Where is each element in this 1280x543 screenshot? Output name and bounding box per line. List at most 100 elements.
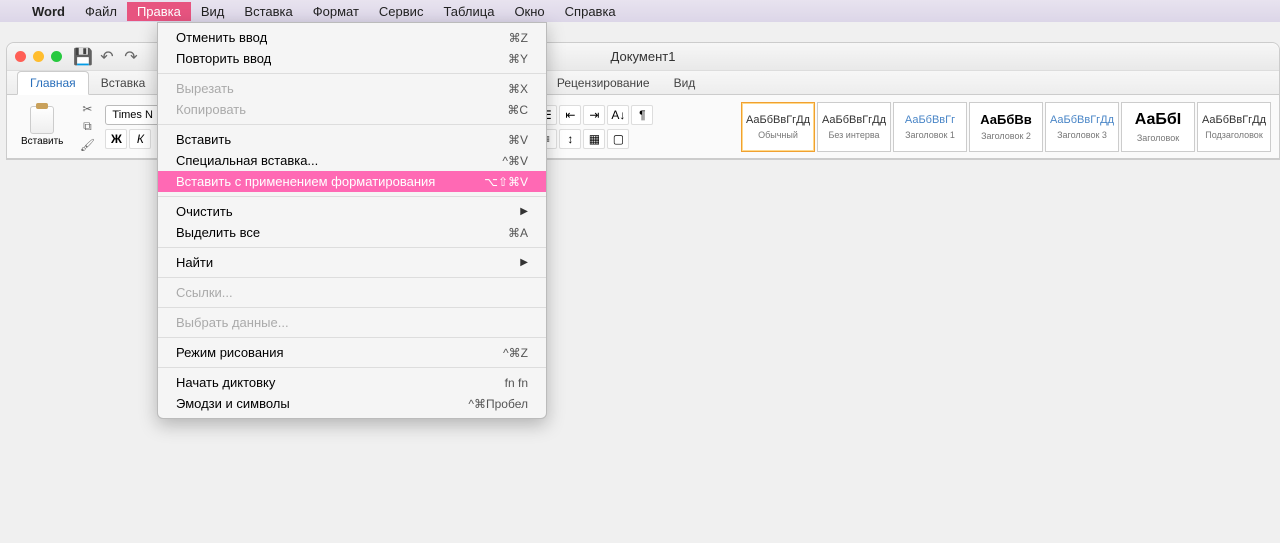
bold-button[interactable]: Ж — [105, 129, 127, 149]
style-gallery-item[interactable]: АаБбВв Заголовок 2 — [969, 102, 1043, 152]
style-preview: АаБбI — [1135, 111, 1181, 129]
menu-item-shortcut: ⌥⇧⌘V — [484, 175, 528, 189]
style-label: Без интерва — [828, 130, 879, 140]
menu-separator — [158, 73, 546, 74]
menu-item[interactable]: Режим рисования ^⌘Z — [158, 342, 546, 363]
styles-gallery: АаБбВвГгДдОбычныйАаБбВвГгДдБез интерваАа… — [741, 102, 1271, 152]
tab-insert[interactable]: Вставка — [89, 72, 158, 94]
line-spacing-icon[interactable]: ↕ — [559, 129, 581, 149]
menu-separator — [158, 247, 546, 248]
menu-item-label: Ссылки... — [176, 285, 233, 300]
menu-item[interactable]: Отменить ввод⌘Z — [158, 27, 546, 48]
copy-icon[interactable]: ⧉ — [79, 120, 95, 134]
style-gallery-item[interactable]: АаБбВвГг Заголовок 1 — [893, 102, 967, 152]
menubar-item-edit[interactable]: Правка — [127, 2, 191, 21]
menu-item-shortcut: fn fn — [505, 376, 528, 390]
style-preview: АаБбВвГгДд — [1202, 114, 1266, 126]
style-preview: АаБбВвГгДд — [822, 114, 886, 126]
menubar-item-window[interactable]: Окно — [504, 2, 554, 21]
style-preview: АаБбВвГг — [905, 114, 955, 126]
menu-item: Вырезать⌘X — [158, 78, 546, 99]
menu-item: Выбрать данные... — [158, 312, 546, 333]
style-preview: АаБбВвГгДд — [1050, 114, 1114, 126]
menu-item-label: Начать диктовку — [176, 375, 275, 390]
menu-item-shortcut: ^⌘Пробел — [468, 397, 528, 411]
menu-separator — [158, 277, 546, 278]
zoom-icon[interactable] — [51, 51, 62, 62]
menu-item-label: Отменить ввод — [176, 30, 267, 45]
menu-item[interactable]: Очистить▶ — [158, 201, 546, 222]
sort-icon[interactable]: A↓ — [607, 105, 629, 125]
outdent-icon[interactable]: ⇤ — [559, 105, 581, 125]
menubar-item-file[interactable]: Файл — [75, 2, 127, 21]
menubar-item-tools[interactable]: Сервис — [369, 2, 434, 21]
tab-review[interactable]: Рецензирование — [545, 72, 662, 94]
style-preview: АаБбВв — [980, 112, 1032, 127]
style-gallery-item[interactable]: АаБбВвГгДд Без интерва — [817, 102, 891, 152]
menubar-item-format[interactable]: Формат — [303, 2, 369, 21]
menu-item-label: Эмодзи и символы — [176, 396, 290, 411]
menu-item-label: Вставить с применением форматирования — [176, 174, 435, 189]
menu-item[interactable]: Эмодзи и символы ^⌘Пробел — [158, 393, 546, 414]
tab-view[interactable]: Вид — [662, 72, 708, 94]
style-label: Заголовок 3 — [1057, 130, 1107, 140]
menubar-item-view[interactable]: Вид — [191, 2, 235, 21]
undo-icon[interactable]: ↶ — [98, 48, 116, 66]
menu-item[interactable]: Вставить с применением форматирования ⌥⇧⌘… — [158, 171, 546, 192]
style-gallery-item[interactable]: АаБбВвГгДд Заголовок 3 — [1045, 102, 1119, 152]
style-label: Заголовок 1 — [905, 130, 955, 140]
menubar-item-table[interactable]: Таблица — [433, 2, 504, 21]
shading-icon[interactable]: ▦ — [583, 129, 605, 149]
style-label: Заголовок — [1137, 133, 1179, 143]
menu-item[interactable]: Выделить все ⌘A — [158, 222, 546, 243]
format-painter-icon[interactable]: 🖌 — [79, 138, 95, 152]
edit-menu-dropdown: Отменить ввод⌘ZПовторить ввод⌘Y Вырезать⌘… — [157, 22, 547, 419]
menu-item-label: Выбрать данные... — [176, 315, 289, 330]
menu-item-label: Выделить все — [176, 225, 260, 240]
italic-button[interactable]: К — [129, 129, 151, 149]
menu-item-shortcut: ^⌘V — [502, 154, 528, 168]
menu-separator — [158, 337, 546, 338]
paragraph-icon[interactable]: ¶ — [631, 105, 653, 125]
menu-item-shortcut: ⌘C — [507, 103, 528, 117]
menu-item[interactable]: Вставить⌘V — [158, 129, 546, 150]
style-gallery-item[interactable]: АаБбВвГгДдОбычный — [741, 102, 815, 152]
menu-item-label: Найти — [176, 255, 213, 270]
menubar-app-name[interactable]: Word — [22, 2, 75, 21]
save-icon[interactable]: 💾 — [74, 48, 92, 66]
style-label: Заголовок 2 — [981, 131, 1031, 141]
redo-icon[interactable]: ↷ — [122, 48, 140, 66]
style-label: Подзаголовок — [1205, 130, 1263, 140]
cut-icon[interactable]: ✂ — [79, 102, 95, 116]
style-gallery-item[interactable]: АаБбВвГгДд Подзаголовок — [1197, 102, 1271, 152]
menu-item: Ссылки... — [158, 282, 546, 303]
macos-menubar: Word Файл Правка Вид Вставка Формат Серв… — [0, 0, 1280, 22]
tab-home[interactable]: Главная — [17, 71, 89, 95]
menu-item-shortcut: ^⌘Z — [503, 346, 528, 360]
minimize-icon[interactable] — [33, 51, 44, 62]
menu-item-label: Режим рисования — [176, 345, 284, 360]
close-icon[interactable] — [15, 51, 26, 62]
submenu-arrow-icon: ▶ — [520, 257, 528, 268]
document-title: Документ1 — [611, 49, 676, 64]
menu-item-label: Специальная вставка... — [176, 153, 318, 168]
menubar-item-insert[interactable]: Вставка — [234, 2, 302, 21]
paste-button[interactable]: Вставить — [15, 104, 69, 149]
menu-separator — [158, 367, 546, 368]
paste-label: Вставить — [21, 136, 63, 147]
menu-item: Копировать⌘C — [158, 99, 546, 120]
menu-item-shortcut: ⌘A — [508, 226, 528, 240]
menu-item[interactable]: Начать диктовку fn fn — [158, 372, 546, 393]
menu-item[interactable]: Найти ▶ — [158, 252, 546, 273]
menu-item[interactable]: Специальная вставка... ^⌘V — [158, 150, 546, 171]
clipboard-icon — [30, 106, 54, 134]
traffic-lights — [15, 51, 62, 62]
borders-icon[interactable]: ▢ — [607, 129, 629, 149]
clipboard-small-buttons: ✂ ⧉ 🖌 — [75, 102, 99, 152]
style-gallery-item[interactable]: АаБбI Заголовок — [1121, 102, 1195, 152]
quick-access-toolbar: 💾 ↶ ↷ — [74, 48, 140, 66]
menubar-item-help[interactable]: Справка — [555, 2, 626, 21]
indent-icon[interactable]: ⇥ — [583, 105, 605, 125]
menu-separator — [158, 124, 546, 125]
menu-item[interactable]: Повторить ввод⌘Y — [158, 48, 546, 69]
